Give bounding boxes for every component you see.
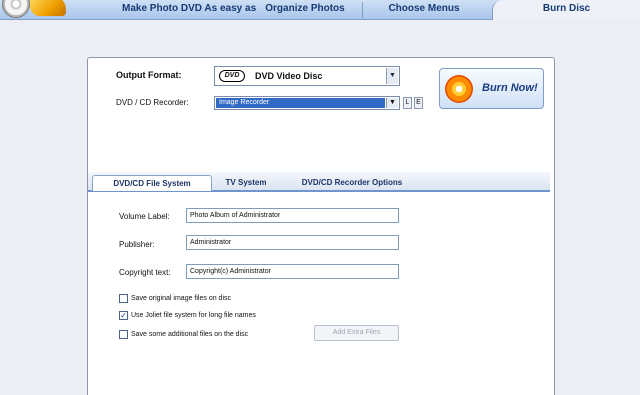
publisher-input[interactable]: Administrator bbox=[186, 235, 399, 250]
nav-tab-choose-menus[interactable]: Choose Menus bbox=[368, 0, 480, 20]
recorder-l-button[interactable]: L bbox=[403, 97, 412, 109]
copyright-input[interactable]: Copyright(c) Administrator bbox=[186, 264, 399, 279]
recorder-e-button[interactable]: E bbox=[414, 97, 423, 109]
additional-files-label: Save some additional files on the disc bbox=[131, 331, 249, 338]
volume-label-caption: Volume Label: bbox=[119, 212, 170, 221]
nav-tab-organize-photos[interactable]: Organize Photos bbox=[250, 0, 360, 20]
output-format-value: DVD Video Disc bbox=[255, 71, 323, 81]
additional-files-checkbox[interactable] bbox=[119, 330, 128, 339]
recorder-value: Image Recorder bbox=[216, 98, 385, 108]
joliet-checkbox[interactable]: ✓ bbox=[119, 311, 128, 320]
save-original-label: Save original image files on disc bbox=[131, 295, 231, 302]
recorder-label: DVD / CD Recorder: bbox=[116, 98, 189, 107]
recorder-select[interactable]: Image Recorder ▼ bbox=[214, 96, 400, 110]
tab-recorder-options[interactable]: DVD/CD Recorder Options bbox=[282, 175, 422, 191]
tab-dvd-cd-file-system[interactable]: DVD/CD File System bbox=[92, 175, 212, 191]
settings-tab-strip: DVD/CD File System TV System DVD/CD Reco… bbox=[88, 172, 550, 192]
output-format-select[interactable]: DVD DVD Video Disc ▼ bbox=[214, 66, 400, 86]
burn-now-label: Burn Now! bbox=[482, 82, 538, 94]
slogan-text: Make Photo DVD As easy as bbox=[122, 3, 257, 14]
volume-label-input[interactable]: Photo Album of Administrator bbox=[186, 208, 399, 223]
brush-icon bbox=[30, 0, 66, 16]
output-format-label: Output Format: bbox=[116, 70, 182, 80]
add-extra-files-button[interactable]: Add Extra Files bbox=[314, 325, 399, 341]
top-banner: Make Photo DVD As easy as Organize Photo… bbox=[0, 0, 640, 20]
burn-now-button[interactable]: Burn Now! bbox=[439, 68, 544, 109]
disc-icon bbox=[2, 0, 30, 18]
nav-divider bbox=[362, 2, 363, 18]
save-original-checkbox[interactable] bbox=[119, 294, 128, 303]
chevron-down-icon[interactable]: ▼ bbox=[386, 98, 398, 108]
burning-disc-icon bbox=[445, 75, 473, 103]
app-logo bbox=[0, 0, 70, 20]
tab-tv-system[interactable]: TV System bbox=[216, 175, 276, 191]
chevron-down-icon[interactable]: ▼ bbox=[386, 68, 398, 84]
joliet-label: Use Joliet file system for long file nam… bbox=[131, 312, 256, 319]
dvd-logo-icon: DVD bbox=[219, 70, 245, 82]
copyright-caption: Copyright text: bbox=[119, 268, 171, 277]
nav-tab-burn-disc[interactable]: Burn Disc bbox=[492, 0, 640, 20]
publisher-caption: Publisher: bbox=[119, 240, 155, 249]
